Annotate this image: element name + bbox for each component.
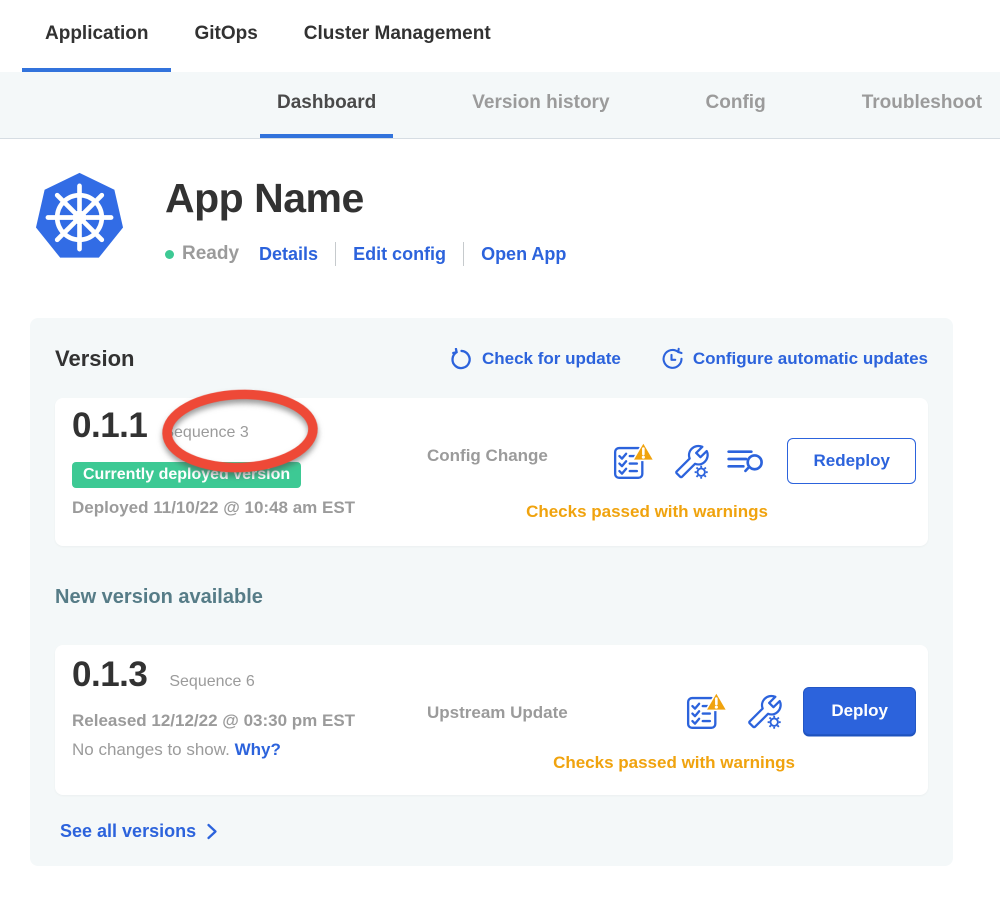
app-sub-nav: Dashboard Version history Config Trouble…: [0, 72, 1000, 139]
app-title: App Name: [165, 175, 364, 222]
clock-refresh-icon: [659, 347, 684, 372]
version-heading: Version: [55, 346, 134, 372]
deploy-button[interactable]: Deploy: [803, 687, 916, 735]
lines-magnifier-icon: [726, 445, 766, 477]
see-all-versions-label: See all versions: [60, 821, 196, 842]
view-diff-button[interactable]: [726, 445, 766, 477]
see-all-versions-link[interactable]: See all versions: [60, 821, 218, 842]
ready-status-dot: [165, 250, 174, 259]
new-version-heading: New version available: [55, 586, 928, 609]
configure-automatic-updates-link[interactable]: Configure automatic updates: [659, 347, 928, 372]
chevron-right-icon: [206, 823, 218, 840]
new-version-number: 0.1.3: [72, 655, 147, 695]
divider: [335, 242, 336, 266]
check-for-update-label: Check for update: [482, 349, 621, 369]
kubernetes-logo-icon: [33, 171, 126, 264]
app-header: App Name Ready Details Edit config Open …: [0, 139, 1000, 318]
edit-config-link[interactable]: Edit config: [353, 244, 446, 265]
checklist-warning-icon: [684, 690, 728, 732]
app-status-label: Ready: [182, 243, 239, 265]
new-version-card: 0.1.3 Sequence 6 Released 12/12/22 @ 03:…: [55, 645, 928, 795]
current-checks-status: Checks passed with warnings: [427, 502, 867, 522]
redeploy-button[interactable]: Redeploy: [787, 438, 916, 484]
configure-automatic-updates-label: Configure automatic updates: [693, 349, 928, 369]
top-nav-item-application[interactable]: Application: [22, 0, 171, 72]
details-link[interactable]: Details: [259, 244, 318, 265]
deployed-timestamp: Deployed 11/10/22 @ 10:48 am EST: [72, 498, 355, 518]
new-checks-status: Checks passed with warnings: [474, 753, 874, 773]
why-link[interactable]: Why?: [235, 740, 281, 759]
current-version-number: 0.1.1: [72, 406, 147, 446]
view-config-button[interactable]: [745, 693, 782, 730]
tab-config[interactable]: Config: [689, 72, 783, 138]
top-nav: Application GitOps Cluster Management: [0, 0, 1000, 72]
current-version-sequence: Sequence 3: [163, 424, 248, 442]
divider: [463, 242, 464, 266]
current-version-card: 0.1.1 Sequence 3 Currently deployed vers…: [55, 398, 928, 546]
current-version-source-label: Config Change: [427, 446, 548, 466]
top-nav-item-gitops[interactable]: GitOps: [171, 0, 280, 72]
refresh-icon: [450, 348, 473, 371]
check-for-update-link[interactable]: Check for update: [450, 348, 621, 371]
wrench-gear-icon: [745, 693, 782, 730]
version-panel: Version Check for update Configure autom…: [30, 318, 953, 866]
tab-version-history[interactable]: Version history: [455, 72, 626, 138]
top-nav-item-cluster-management[interactable]: Cluster Management: [281, 0, 514, 72]
tab-dashboard[interactable]: Dashboard: [260, 72, 393, 138]
currently-deployed-badge: Currently deployed version: [72, 462, 301, 488]
wrench-gear-icon: [672, 443, 709, 480]
view-config-button[interactable]: [672, 443, 709, 480]
released-timestamp: Released 12/12/22 @ 03:30 pm EST: [72, 711, 355, 731]
new-version-source-label: Upstream Update: [427, 703, 568, 723]
open-app-link[interactable]: Open App: [481, 244, 566, 265]
checklist-warning-icon: [611, 440, 655, 482]
new-version-sequence: Sequence 6: [169, 673, 254, 691]
tab-troubleshoot[interactable]: Troubleshoot: [845, 72, 999, 138]
preflight-checks-button[interactable]: [611, 440, 655, 482]
no-changes-text: No changes to show.: [72, 740, 230, 759]
preflight-checks-button[interactable]: [684, 690, 728, 732]
